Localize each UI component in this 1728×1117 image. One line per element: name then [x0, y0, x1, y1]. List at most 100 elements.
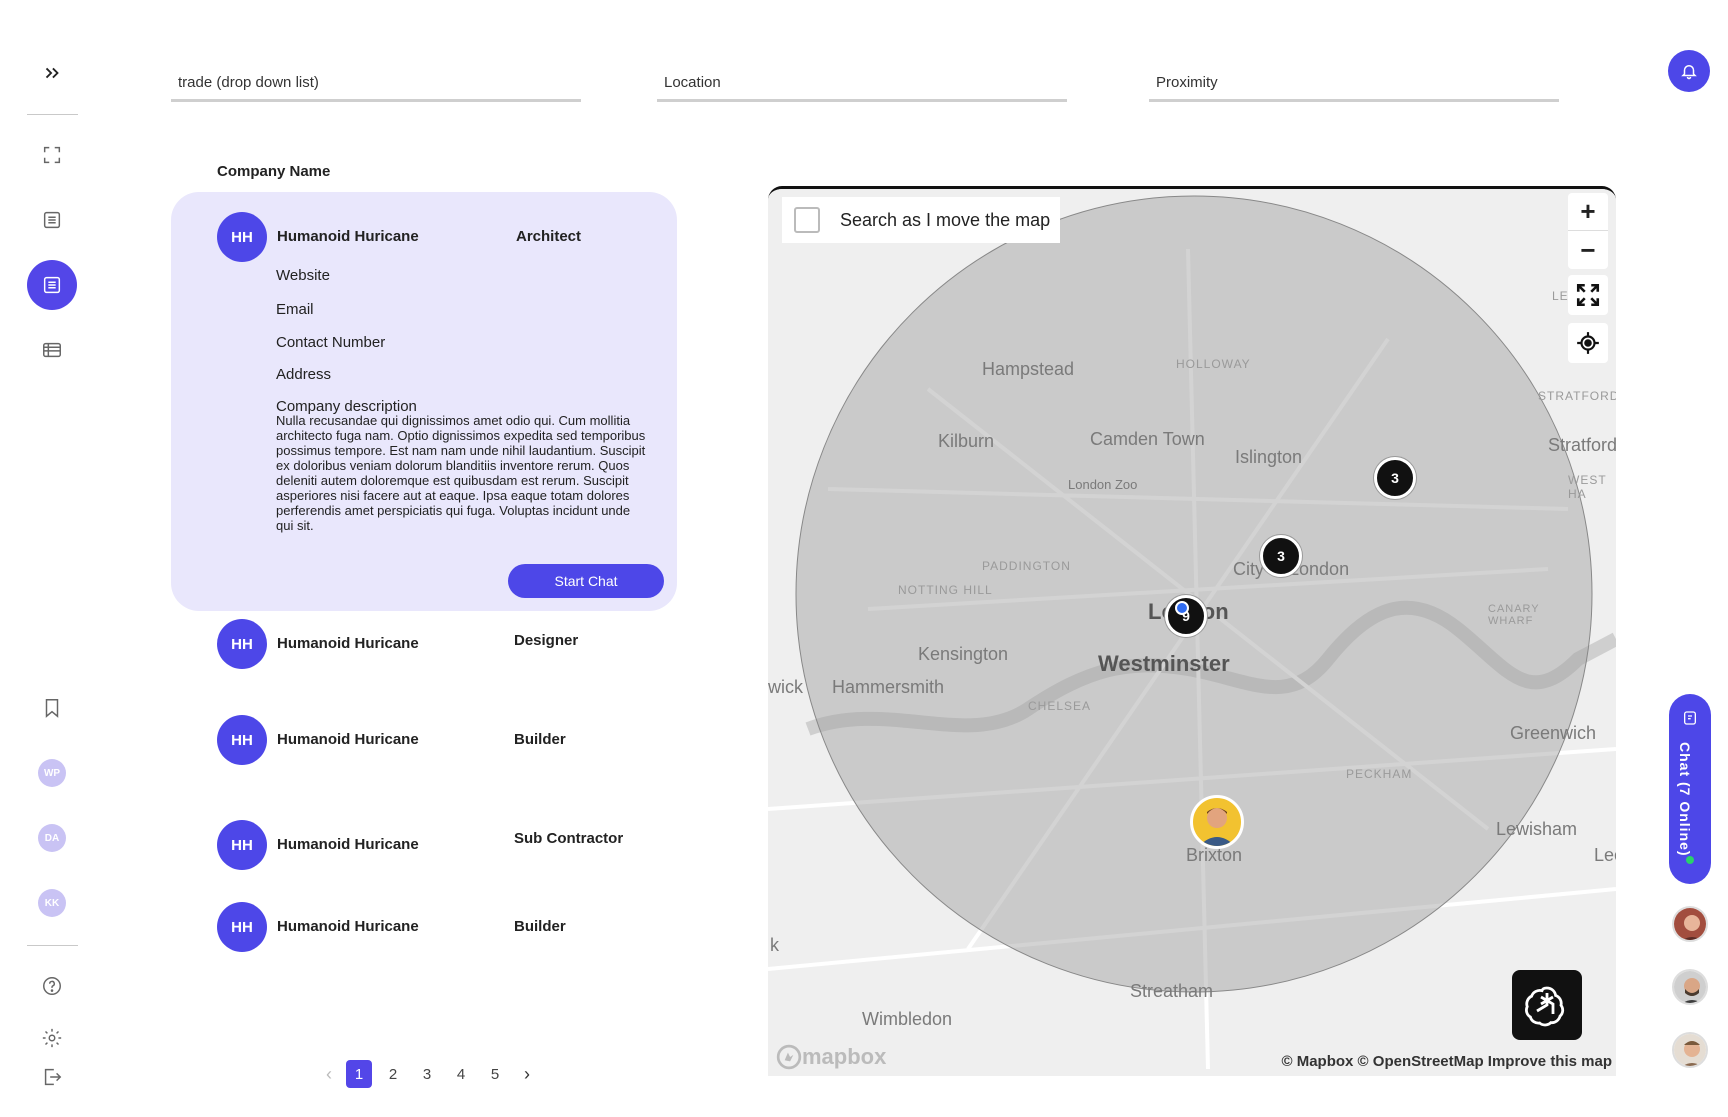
mapbox-logo-text: mapbox: [802, 1044, 887, 1069]
map-fullscreen-icon[interactable]: [1568, 275, 1608, 315]
company-trade: Builder: [514, 918, 566, 935]
company-avatar: HH: [217, 902, 267, 952]
search-as-move-toggle[interactable]: Search as I move the map: [782, 197, 1060, 243]
chat-online-label: Chat (7 Online): [1677, 742, 1693, 857]
map-label-stratford: Stratford: [1548, 435, 1616, 455]
map-label-hampstead: Hampstead: [982, 359, 1075, 379]
chat-icon: [1684, 711, 1696, 725]
map-label-holloway: HOLLOWAY: [1176, 357, 1251, 371]
fullscreen-icon[interactable]: [27, 130, 77, 180]
map-label-greenwich: Greenwich: [1510, 723, 1597, 743]
map-label-k: k: [770, 935, 779, 955]
company-avatar: HH: [217, 619, 267, 669]
zoom-in-button[interactable]: +: [1568, 193, 1608, 231]
avatar[interactable]: WP: [38, 759, 66, 787]
page-5[interactable]: 5: [482, 1060, 508, 1088]
column-header-company-name: Company Name: [217, 163, 331, 180]
avatar[interactable]: KK: [38, 889, 66, 917]
notification-bell-icon[interactable]: [1668, 50, 1710, 92]
map-label-chelsea: CHELSEA: [1028, 699, 1092, 713]
app-root: WP DA KK trade (drop down list) Location…: [0, 0, 1728, 1117]
contact-number-label: Contact Number: [276, 334, 386, 351]
user-face-icon: [1674, 971, 1706, 1003]
map-label-london-zoo: London Zoo: [1068, 477, 1138, 492]
sidebar-divider: [27, 114, 78, 115]
chatgpt-logo-icon[interactable]: [1512, 970, 1582, 1040]
map-cluster-marker[interactable]: 3: [1374, 457, 1416, 499]
company-trade: Designer: [514, 632, 579, 649]
mapbox-logo[interactable]: mapbox: [776, 1044, 886, 1070]
company-name: Humanoid Huricane: [277, 635, 419, 652]
map-label-notting-hill: NOTTING HILL: [898, 583, 993, 597]
company-avatar: HH: [217, 715, 267, 765]
user-face-icon: [1674, 1034, 1706, 1066]
current-location-dot: [1175, 601, 1189, 615]
mapbox-icon: [776, 1044, 802, 1070]
zoom-controls: + −: [1568, 193, 1608, 269]
map-label-camden: Camden Town: [1090, 429, 1205, 449]
map-view[interactable]: Hampstead HOLLOWAY STRATFORD Kilburn Cam…: [768, 186, 1616, 1076]
address-label: Address: [276, 366, 332, 383]
company-trade: Builder: [514, 731, 566, 748]
online-user-avatar[interactable]: [1672, 969, 1708, 1005]
zoom-out-button[interactable]: −: [1568, 231, 1608, 269]
table-icon[interactable]: [27, 325, 77, 375]
company-avatar: HH: [217, 212, 267, 262]
map-label-kensington: Kensington: [918, 644, 1009, 664]
map-label-west-ham: WEST HA: [1568, 473, 1607, 501]
map-label-peckham: PECKHAM: [1346, 767, 1413, 781]
map-label-wimbledon: Wimbledon: [862, 1009, 953, 1029]
page-1[interactable]: 1: [346, 1060, 372, 1088]
map-cluster-marker[interactable]: 3: [1260, 535, 1302, 577]
chevron-left-icon[interactable]: ‹: [318, 1060, 340, 1088]
map-label-lee: Lee: [1594, 845, 1616, 865]
sidebar-divider: [27, 945, 78, 946]
online-status-dot: [1686, 856, 1694, 864]
map-label-paddington: PADDINGTON: [982, 559, 1071, 573]
email-label: Email: [276, 301, 314, 318]
company-trade: Sub Contractor: [514, 830, 624, 847]
logout-icon[interactable]: [27, 1052, 77, 1102]
user-face-icon: [1199, 808, 1235, 846]
online-user-avatar[interactable]: [1672, 906, 1708, 942]
page-3[interactable]: 3: [414, 1060, 440, 1088]
map-label-islington: Islington: [1235, 447, 1303, 467]
website-label: Website: [276, 267, 330, 284]
user-location-pin[interactable]: [1190, 795, 1244, 849]
map-label-streatham: Streatham: [1130, 981, 1214, 1001]
geolocate-icon[interactable]: [1568, 323, 1608, 363]
search-as-move-checkbox[interactable]: [794, 207, 820, 233]
company-avatar: HH: [217, 820, 267, 870]
left-sidebar: WP DA KK: [0, 0, 104, 1117]
map-attribution[interactable]: © Mapbox © OpenStreetMap Improve this ma…: [1282, 1053, 1613, 1070]
help-icon[interactable]: [27, 961, 77, 1011]
map-label-canary-wharf: CANARY WHARF: [1488, 603, 1540, 627]
list-doc-icon[interactable]: [27, 195, 77, 245]
user-face-icon: [1674, 908, 1706, 940]
map-label-chiswick: wick: [768, 677, 803, 697]
online-user-avatar[interactable]: [1672, 1032, 1708, 1068]
expand-sidebar-icon[interactable]: [27, 48, 77, 98]
company-description: Nulla recusandae qui dignissimos amet od…: [276, 413, 646, 533]
map-label-stratford-district: STRATFORD: [1538, 389, 1616, 403]
bookmark-icon[interactable]: [27, 683, 77, 733]
directory-icon[interactable]: [27, 260, 77, 310]
avatar[interactable]: DA: [38, 824, 66, 852]
map-label-hammersmith: Hammersmith: [832, 677, 945, 697]
search-as-move-label: Search as I move the map: [840, 209, 1051, 230]
chevron-right-icon[interactable]: ›: [516, 1060, 538, 1088]
page-2[interactable]: 2: [380, 1060, 406, 1088]
company-name: Humanoid Huricane: [277, 228, 419, 245]
map-label-westminster: Westminster: [1098, 651, 1230, 676]
pagination: ‹ 1 2 3 4 5 ›: [318, 1060, 544, 1088]
page-4[interactable]: 4: [448, 1060, 474, 1088]
proximity-field[interactable]: Proximity: [1149, 70, 1559, 102]
location-field[interactable]: Location: [657, 70, 1067, 102]
company-name: Humanoid Huricane: [277, 836, 419, 853]
company-name: Humanoid Huricane: [277, 918, 419, 935]
map-label-kilburn: Kilburn: [938, 431, 995, 451]
start-chat-button[interactable]: Start Chat: [508, 564, 664, 598]
chat-online-tab[interactable]: Chat (7 Online): [1669, 694, 1711, 884]
trade-dropdown[interactable]: trade (drop down list): [171, 70, 581, 102]
map-label-lewisham: Lewisham: [1496, 819, 1578, 839]
